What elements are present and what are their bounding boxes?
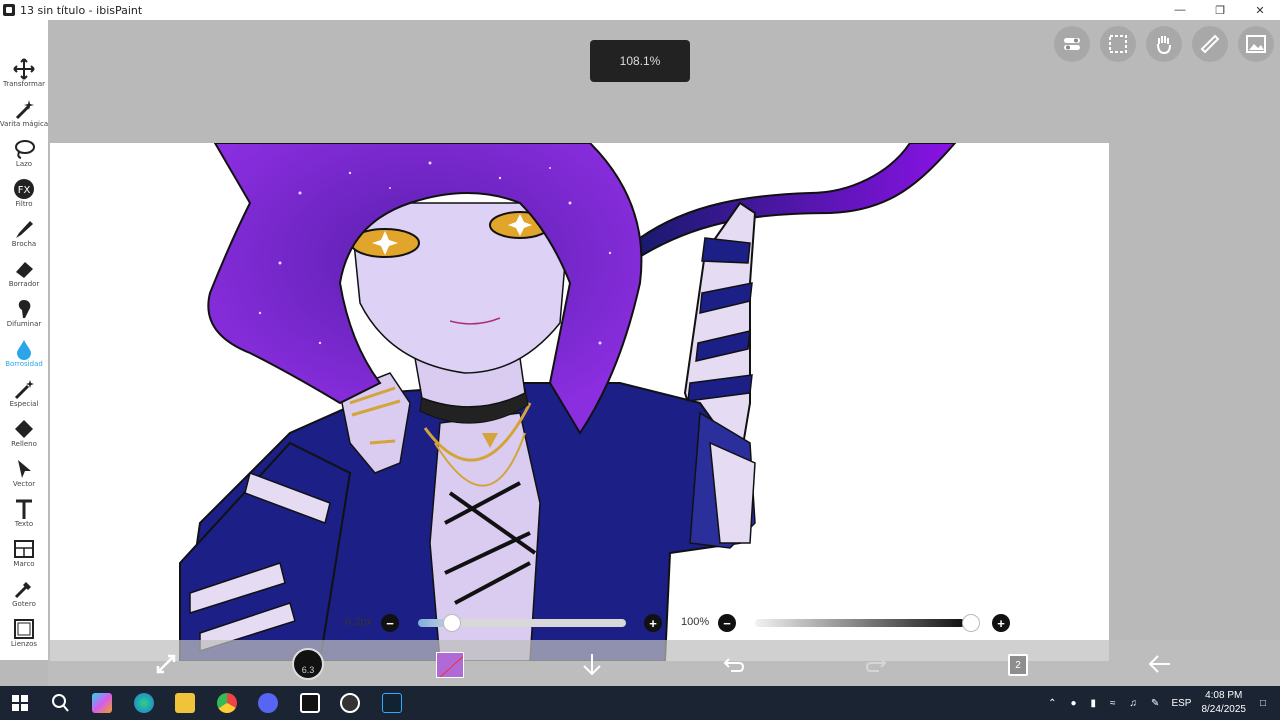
minimize-button[interactable]: —: [1160, 0, 1200, 20]
windows-start-icon[interactable]: [10, 693, 30, 713]
bottom-toolbar: [48, 640, 1280, 686]
close-button[interactable]: ✕: [1240, 0, 1280, 20]
selection-button[interactable]: [1100, 26, 1136, 62]
file-explorer-icon[interactable]: [175, 693, 195, 713]
copilot-icon[interactable]: [92, 693, 112, 713]
canvas-icon: [14, 619, 34, 639]
opacity-slider[interactable]: [755, 619, 965, 627]
tool-magic-wand[interactable]: Varita mágica: [0, 96, 48, 136]
taskbar: ⌃ ● ▮ ≈ ♫ ✎ ESP 4:08 PM 8/24/2025 □: [0, 686, 1280, 720]
tool-fill[interactable]: Relleno: [0, 416, 48, 456]
smudge-icon: [18, 300, 31, 318]
magic-wand-icon: [15, 100, 34, 120]
wifi-icon[interactable]: ≈: [1110, 698, 1116, 709]
redo-button[interactable]: [862, 650, 890, 678]
tool-smudge[interactable]: Difuminar: [0, 296, 48, 336]
tool-switch-button[interactable]: [152, 650, 180, 678]
artwork-illustration: [178, 143, 957, 661]
edge-browser-icon[interactable]: [134, 693, 154, 713]
download-button[interactable]: [578, 650, 606, 678]
back-button[interactable]: [1146, 650, 1174, 678]
settings-toggle-button[interactable]: [1054, 26, 1090, 62]
frame-icon: [14, 540, 34, 558]
clock-date: 8/24/2025: [1201, 704, 1246, 715]
undo-icon: [723, 658, 745, 672]
volume-icon[interactable]: ♫: [1130, 698, 1138, 709]
toggle-settings-icon: [1064, 38, 1080, 50]
chrome-icon[interactable]: [217, 693, 237, 713]
tool-eraser[interactable]: Borrador: [0, 256, 48, 296]
hand-tool-button[interactable]: [1146, 26, 1182, 62]
ibispaint-app-icon: [3, 4, 15, 16]
move-icon: [13, 58, 35, 80]
obs-icon[interactable]: [340, 693, 360, 713]
clock-time: 4:08 PM: [1205, 690, 1243, 701]
undo-button[interactable]: [720, 650, 748, 678]
notifications-icon[interactable]: □: [1260, 698, 1266, 709]
opacity-plus-button[interactable]: +: [992, 614, 1010, 632]
app-icon[interactable]: [382, 693, 402, 713]
arrow-down-icon: [583, 654, 601, 676]
blur-drop-icon: [17, 340, 31, 360]
window-title: 13 sin título - ibisPaint: [20, 3, 143, 17]
tool-eyedropper[interactable]: Gotero: [0, 576, 48, 616]
chevron-up-icon[interactable]: ⌃: [1048, 698, 1056, 709]
redo-icon: [865, 658, 887, 672]
brush-size-button[interactable]: 6.3: [292, 648, 324, 680]
battery-icon[interactable]: ▮: [1091, 698, 1097, 709]
vector-cursor-icon: [18, 460, 31, 478]
brush-size-thumb[interactable]: [443, 614, 461, 632]
color-swatch[interactable]: [436, 652, 464, 678]
drawing-canvas[interactable]: [50, 143, 1109, 661]
fill-bucket-icon: [15, 420, 33, 438]
restore-button[interactable]: ❐: [1200, 0, 1240, 20]
eyedropper-icon: [14, 582, 31, 599]
tool-blur[interactable]: Borrosidad: [0, 336, 48, 376]
tool-vector[interactable]: Vector: [0, 456, 48, 496]
tool-canvas[interactable]: Lienzos: [0, 616, 48, 656]
title-bar: 13 sin título - ibisPaint — ❐ ✕: [0, 0, 1280, 20]
opacity-label: 100%: [681, 616, 710, 628]
eraser-icon: [16, 262, 33, 278]
ruler-button[interactable]: [1192, 26, 1228, 62]
search-icon[interactable]: [50, 693, 70, 713]
hand-icon: [1157, 36, 1171, 55]
special-pen-icon: [14, 380, 34, 400]
brush-size-minus-button[interactable]: −: [381, 614, 399, 632]
swap-tools-icon: [156, 654, 176, 674]
arrow-left-icon: [1148, 655, 1170, 673]
opacity-thumb[interactable]: [962, 614, 980, 632]
tool-filter[interactable]: FX Filtro: [0, 176, 48, 216]
layers-button[interactable]: 2: [1008, 654, 1028, 676]
lasso-icon: [15, 140, 35, 159]
tool-frame[interactable]: Marco: [0, 536, 48, 576]
text-icon: [16, 499, 32, 519]
reference-image-button[interactable]: [1238, 26, 1274, 62]
selection-dashed-icon: [1109, 35, 1127, 53]
brush-size-plus-button[interactable]: +: [644, 614, 662, 632]
opacity-minus-button[interactable]: −: [718, 614, 736, 632]
ruler-icon: [1200, 34, 1220, 54]
svg-text:FX: FX: [18, 185, 31, 196]
discord-icon[interactable]: [258, 693, 278, 713]
tool-special[interactable]: Especial: [0, 376, 48, 416]
clock[interactable]: 4:08 PM 8/24/2025: [1201, 689, 1246, 717]
zoom-indicator: 108.1%: [590, 40, 690, 82]
microphone-icon[interactable]: ●: [1070, 698, 1076, 709]
ibispaint-taskbar-icon[interactable]: [300, 693, 320, 713]
brush-size-label: 6.3px: [345, 616, 372, 628]
image-icon: [1246, 35, 1266, 53]
fx-icon: FX: [14, 179, 34, 199]
brush-icon: [16, 221, 33, 238]
tool-brush[interactable]: Brocha: [0, 216, 48, 256]
pen-icon[interactable]: ✎: [1151, 698, 1159, 709]
tool-text[interactable]: Texto: [0, 496, 48, 536]
tool-palette: Transformar Varita mágica Lazo FX Filtro…: [0, 20, 48, 660]
tool-transform[interactable]: Transformar: [0, 56, 48, 96]
language-indicator[interactable]: ESP: [1171, 698, 1191, 709]
tool-lasso[interactable]: Lazo: [0, 136, 48, 176]
